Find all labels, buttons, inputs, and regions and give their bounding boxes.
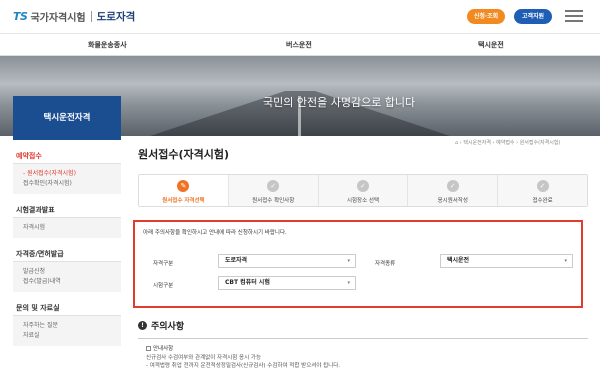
- caution-box: 안내사항 신규검사 수검여부와 관계없이 자격시험 응시 가능 - 여객법령 취…: [138, 338, 588, 372]
- qualification-category-select[interactable]: 도로자격 ▾: [218, 254, 356, 268]
- step-1: ✎ 원서접수 자격선택: [139, 175, 229, 206]
- top-header: TS 국가자격시험 도로자격 신청·조회 고객지원: [0, 0, 600, 34]
- sidebar-item-faq[interactable]: 자주하는 질문: [23, 321, 121, 331]
- guide-line-1: 신규검사 수검여부와 관계없이 자격시험 응시 가능: [146, 355, 262, 361]
- sidebar-title: 택시운전자격: [13, 96, 121, 140]
- chevron-down-icon: ▾: [347, 280, 350, 286]
- gnb-item-cargo[interactable]: 화물운송종사: [88, 40, 127, 50]
- sidebar-group-support[interactable]: 문의 및 자료실: [13, 292, 121, 316]
- step-1-label: 원서접수 자격선택: [162, 198, 205, 204]
- logo-divider: [90, 11, 92, 22]
- caution-heading: ! 주의사항: [138, 319, 184, 332]
- exam-type-select[interactable]: CBT 컴퓨터 시험 ▾: [218, 276, 356, 290]
- checkbox-icon[interactable]: [146, 346, 151, 351]
- form-notice: 아래 주의사항을 확인하시고 안내에 따라 신청하시기 바랍니다.: [143, 230, 287, 236]
- step-5: ✓ 접수완료: [498, 175, 587, 206]
- sidebar-item-issue-history[interactable]: 접수(발급)내역: [23, 277, 121, 287]
- exam-type-label: 시험구분: [153, 283, 174, 289]
- sidebar-sub-reservation: - 원서접수(자격시험) 접수확인(자격시험): [13, 164, 121, 194]
- step-progress: ✎ 원서접수 자격선택 ✓ 원서접수 확인사항 ✓ 시험장소 선택 ✓ 응시원서…: [138, 174, 588, 207]
- guide-check-label: 안내사항: [153, 346, 174, 352]
- sidebar-item-application[interactable]: - 원서접수(자격시험): [23, 169, 121, 179]
- guide-line-2: - 여객법령 취업 전까지 운전적성정밀검사(신규검사) 수검하여 적합 받으셔…: [146, 363, 341, 369]
- caution-title: 주의사항: [151, 322, 185, 332]
- customer-support-button[interactable]: 고객지원: [514, 9, 552, 24]
- guide-check[interactable]: 안내사항: [146, 344, 588, 352]
- breadcrumb: ⌂ › 택시운전자격 › 예약접수 › 원서접수(자격시험): [455, 140, 561, 146]
- sidebar-group-license[interactable]: 자격증/면허발급: [13, 238, 121, 262]
- banner-slogan: 국민의 안전을 사명감으로 합니다: [263, 96, 416, 109]
- chevron-down-icon: ▾: [564, 258, 567, 264]
- sidebar-item-receipt-check[interactable]: 접수확인(자격시험): [23, 179, 121, 189]
- exam-type-value: CBT 컴퓨터 시험: [225, 279, 270, 286]
- gnb-item-taxi[interactable]: 택시운전: [478, 40, 504, 50]
- pencil-icon: ✎: [177, 180, 190, 192]
- step-3: ✓ 시험장소 선택: [318, 175, 409, 206]
- logo-mark: TS: [13, 10, 28, 23]
- sidebar: 예약접수 - 원서접수(자격시험) 접수확인(자격시험) 시험결과발표 자격시험…: [13, 140, 121, 346]
- sidebar-item-archive[interactable]: 자료실: [23, 331, 121, 341]
- sidebar-sub-license: 발급신청 접수(발급)내역: [13, 262, 121, 292]
- step-5-label: 접수완료: [532, 198, 553, 204]
- sidebar-sub-support: 자주하는 질문 자료실: [13, 316, 121, 346]
- logo-subtitle: 도로자격: [96, 11, 136, 23]
- step-3-label: 시험장소 선택: [346, 198, 380, 204]
- check-icon: ✓: [446, 180, 459, 192]
- qualification-category-label: 자격구분: [153, 261, 174, 267]
- sidebar-item-exam-results[interactable]: 자격시험: [23, 223, 121, 233]
- gnb-item-bus[interactable]: 버스운전: [286, 40, 312, 50]
- qualification-form: 아래 주의사항을 확인하시고 안내에 따라 신청하시기 바랍니다. 자격구분 도…: [133, 220, 583, 308]
- logo-name: 국가자격시험: [30, 13, 86, 24]
- step-2: ✓ 원서접수 확인사항: [228, 175, 319, 206]
- sidebar-group-reservation[interactable]: 예약접수: [13, 140, 121, 164]
- menu-icon[interactable]: [565, 10, 583, 22]
- step-2-label: 원서접수 확인사항: [252, 198, 295, 204]
- apply-check-button[interactable]: 신청·조회: [467, 9, 505, 24]
- qualification-type-select[interactable]: 택시운전 ▾: [440, 254, 573, 268]
- chevron-down-icon: ▾: [347, 258, 350, 264]
- qualification-type-label: 자격종류: [375, 261, 396, 267]
- sidebar-sub-results: 자격시험: [13, 218, 121, 238]
- sidebar-item-issue-request[interactable]: 발급신청: [23, 267, 121, 277]
- sidebar-group-results[interactable]: 시험결과발표: [13, 194, 121, 218]
- qualification-category-value: 도로자격: [225, 257, 248, 264]
- check-icon: ✓: [356, 180, 369, 192]
- check-icon: ✓: [536, 180, 549, 192]
- qualification-type-value: 택시운전: [447, 257, 470, 264]
- step-4: ✓ 응시원서작성: [408, 175, 499, 206]
- step-4-label: 응시원서작성: [437, 198, 468, 204]
- page-title: 원서접수(자격시험): [138, 148, 230, 161]
- exclamation-icon: !: [138, 321, 147, 330]
- site-logo[interactable]: TS 국가자격시험 도로자격: [13, 9, 135, 24]
- check-icon: ✓: [267, 180, 280, 192]
- global-nav: 화물운송종사 버스운전 택시운전: [0, 34, 600, 56]
